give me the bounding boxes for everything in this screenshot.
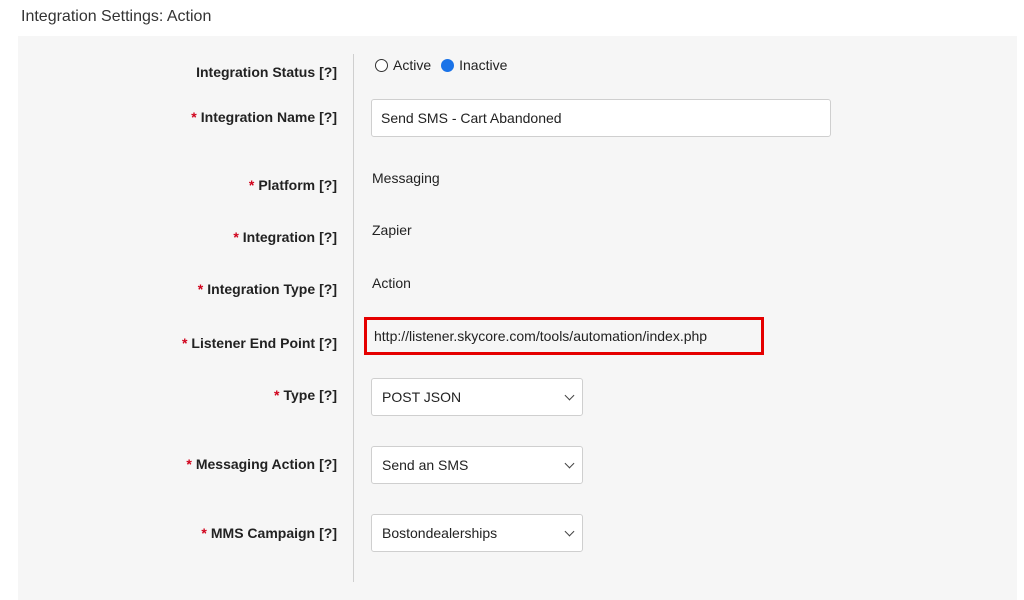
integration-value: Zapier <box>372 222 412 238</box>
integration-name-input[interactable] <box>371 99 831 137</box>
required-mark: * <box>186 456 192 472</box>
radio-active[interactable] <box>375 58 388 72</box>
help-link[interactable]: [?] <box>319 109 337 125</box>
radio-inactive[interactable] <box>441 58 455 72</box>
mms-campaign-select[interactable]: Bostondealerships <box>371 514 583 552</box>
radio-active-label[interactable]: Active <box>393 57 431 73</box>
required-mark: * <box>248 177 255 193</box>
settings-panel: Integration Status [?] Active Inactive * I… <box>18 36 1017 600</box>
page-title: Integration Settings: Action <box>21 8 212 25</box>
help-link[interactable]: [?] <box>319 387 337 403</box>
type-label: * Type [?] <box>274 387 337 403</box>
integration-status-radios: Active Inactive <box>375 57 517 73</box>
required-mark: * <box>201 525 207 541</box>
platform-label: * Platform [?] <box>248 177 337 193</box>
integration-label: * Integration [?] <box>233 229 337 245</box>
required-mark: * <box>191 109 197 125</box>
help-link[interactable]: [?] <box>319 525 337 541</box>
integration-type-label: * Integration Type [?] <box>197 281 337 297</box>
column-divider <box>353 54 354 582</box>
type-select-value: POST JSON <box>382 389 462 405</box>
required-mark: * <box>233 229 239 245</box>
integration-type-value: Action <box>372 275 411 291</box>
required-mark: * <box>197 281 204 297</box>
required-mark: * <box>274 387 280 403</box>
listener-endpoint-highlight: http://listener.skycore.com/tools/automa… <box>364 317 764 355</box>
messaging-action-select[interactable]: Send an SMS <box>371 446 583 484</box>
messaging-action-select-value: Send an SMS <box>382 457 469 473</box>
chevron-down-icon <box>564 526 575 537</box>
mms-campaign-label: * MMS Campaign [?] <box>201 525 337 541</box>
help-link[interactable]: [?] <box>319 64 337 80</box>
listener-endpoint-value: http://listener.skycore.com/tools/automa… <box>374 328 708 344</box>
help-link[interactable]: [?] <box>319 456 337 472</box>
chevron-down-icon <box>564 390 575 401</box>
help-link[interactable]: [?] <box>319 281 337 297</box>
integration-name-label: * Integration Name [?] <box>191 109 337 125</box>
help-link[interactable]: [?] <box>319 229 337 245</box>
type-select[interactable]: POST JSON <box>371 378 583 416</box>
mms-campaign-select-value: Bostondealerships <box>382 525 498 541</box>
listener-endpoint-label: * Listener End Point [?] <box>181 335 337 351</box>
help-link[interactable]: [?] <box>319 177 337 193</box>
integration-status-label: Integration Status [?] <box>196 64 337 80</box>
help-link[interactable]: [?] <box>319 335 337 351</box>
required-mark: * <box>181 335 188 351</box>
platform-value: Messaging <box>372 170 440 186</box>
messaging-action-label: * Messaging Action [?] <box>186 456 337 472</box>
radio-inactive-label[interactable]: Inactive <box>459 57 507 73</box>
chevron-down-icon <box>564 458 575 469</box>
